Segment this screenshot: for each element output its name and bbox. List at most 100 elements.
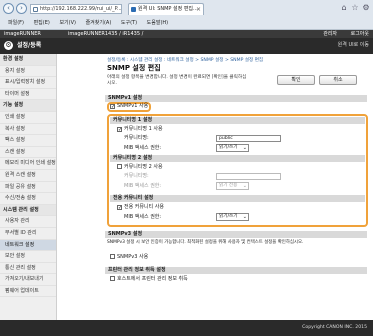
tab-favicon-icon xyxy=(131,7,136,12)
portal-link[interactable]: 원격 UI로 이동 xyxy=(338,41,369,48)
sidebar-header-preferences: 환경 설정 xyxy=(0,54,56,66)
community2-name-input[interactable] xyxy=(216,173,281,180)
community1-mib-label: MIB 액세스 권한: xyxy=(124,145,162,151)
community2-mib-select[interactable]: 읽기 전용 ⌄ xyxy=(216,182,249,190)
dedicated-mib-value: 읽기/쓰기 xyxy=(219,214,238,219)
chevron-down-icon: ⌄ xyxy=(242,145,247,151)
printer-mgmt-checkbox[interactable] xyxy=(110,276,115,281)
favorites-star-icon[interactable]: ☆ xyxy=(351,4,359,12)
sidebar-header-system: 시스템 관리 설정 xyxy=(0,204,56,217)
chevron-down-icon: ⌄ xyxy=(242,214,247,220)
community2-mib-value: 읽기 전용 xyxy=(219,183,238,188)
page-title: SNMP 설정 편집 xyxy=(107,64,161,72)
footer: Copyright CANON INC. 2015 xyxy=(0,320,373,336)
address-bar[interactable]: http://192.168.222.99/rui_ui/_P... xyxy=(30,4,122,14)
sidebar-item-network[interactable]: 네트워크 설정 xyxy=(0,239,56,252)
menu-favorites[interactable]: 즐겨찾기(A) xyxy=(86,18,112,29)
dedicated-mib-label: MIB 액세스 권한: xyxy=(124,214,162,220)
browser-tab[interactable]: 원격 UI: SNMP 설정 편집... × xyxy=(128,3,204,15)
community2-header: 커뮤니티명 2 설정 xyxy=(110,155,365,162)
community2-name-label: 커뮤니티명: xyxy=(124,173,149,179)
browser-chrome: ‹ › http://192.168.222.99/rui_ui/_P... 원… xyxy=(0,0,373,30)
printer-mgmt-row[interactable]: 호스트에서 프린터 관리 정보 취득 xyxy=(110,276,188,283)
community2-use-label: 커뮤니티명 2 사용 xyxy=(124,164,163,170)
tab-title: 원격 UI: SNMP 설정 편집... xyxy=(138,6,198,12)
menu-tools[interactable]: 도구(T) xyxy=(121,18,137,29)
community2-mib-label: MIB 액세스 권한: xyxy=(124,183,162,189)
sidebar-item-fax[interactable]: 팩스 설정 xyxy=(0,135,56,147)
address-text: http://192.168.222.99/rui_ui/_P... xyxy=(40,6,122,12)
cancel-button[interactable]: 취소 xyxy=(319,75,357,85)
sidebar-item-remote-scan[interactable]: 원격 스캔 설정 xyxy=(0,170,56,182)
browser-nav-row: ‹ › http://192.168.222.99/rui_ui/_P... 원… xyxy=(0,0,373,17)
community1-use-row[interactable]: ✓ 커뮤니티명 1 사용 xyxy=(117,126,163,133)
sidebar-item-comm-mgmt[interactable]: 통신 관리 설정 xyxy=(0,263,56,275)
v1-use-row[interactable]: ✓ SNMPv1 사용 xyxy=(110,103,148,110)
sidebar-item-paper[interactable]: 용지 설정 xyxy=(0,66,56,78)
community1-name-label: 커뮤니티명: xyxy=(124,135,149,141)
community1-header: 커뮤니티명 1 설정 xyxy=(110,117,365,124)
browser-menu-bar: 파일(F) 편집(E) 보기(V) 즐겨찾기(A) 도구(T) 도움말(H) xyxy=(0,18,373,29)
ok-button[interactable]: 확인 xyxy=(277,75,315,85)
app-top-bar: imageRUNNER imageRUNNER1435 / iR1435 / 관… xyxy=(0,30,373,38)
sidebar-item-users[interactable]: 사용자 관리 xyxy=(0,216,56,228)
sidebar-item-file-share[interactable]: 파일 공유 설정 xyxy=(0,182,56,194)
v3-section-header: SNMPv3 설정 xyxy=(105,231,367,238)
community1-mib-select[interactable]: 읽기/쓰기 ⌄ xyxy=(216,144,249,152)
menu-view[interactable]: 보기(V) xyxy=(59,18,76,29)
chevron-down-icon: ⌄ xyxy=(242,183,247,189)
copyright: Copyright CANON INC. 2015 xyxy=(302,325,367,330)
dedicated-use-label: 전용 커뮤니티 사용 xyxy=(124,204,164,210)
forward-icon[interactable]: › xyxy=(16,3,27,14)
logout-link[interactable]: 로그아웃 xyxy=(351,30,369,38)
printer-mgmt-label: 호스트에서 프린터 관리 정보 취득 xyxy=(117,276,188,282)
tab-close-icon[interactable]: × xyxy=(196,4,201,15)
settings-gear-icon[interactable]: ⚙ xyxy=(362,4,370,12)
device-name: imageRUNNER xyxy=(4,31,41,37)
dedicated-mib-select[interactable]: 읽기/쓰기 ⌄ xyxy=(216,213,249,221)
main-content: 설정/등록 : 시스템 관리 설정 : 네트워크 설정 > SNMP 설정 > … xyxy=(60,54,370,320)
dedicated-use-checkbox[interactable]: ✓ xyxy=(117,205,122,211)
sidebar-item-dept-id[interactable]: 부서별 ID 관리 xyxy=(0,228,56,240)
sidebar-item-import-export[interactable]: 가져오기/내보내기 xyxy=(0,274,56,286)
sidebar-item-security[interactable]: 보안 설정 xyxy=(0,251,56,263)
dedicated-use-row[interactable]: ✓ 전용 커뮤니티 사용 xyxy=(117,204,164,211)
sidebar-item-memory-media[interactable]: 메모리 미디어 인쇄 설정 xyxy=(0,158,56,170)
community1-use-label: 커뮤니티명 1 사용 xyxy=(124,126,163,132)
sidebar-item-print[interactable]: 인쇄 설정 xyxy=(0,112,56,124)
back-icon[interactable]: ‹ xyxy=(3,3,14,14)
sidebar: 환경 설정 용지 설정 표시/입력장치 설정 타이머 설정 기능 설정 인쇄 설… xyxy=(0,54,57,320)
v1-use-checkbox[interactable]: ✓ xyxy=(110,104,115,110)
app-title: 설정/등록 xyxy=(17,42,42,49)
v3-use-checkbox[interactable] xyxy=(110,254,115,259)
device-model: imageRUNNER1435 / iR1435 / xyxy=(68,31,144,37)
v3-use-label: SNMPv3 사용 xyxy=(117,254,149,260)
community1-use-checkbox[interactable]: ✓ xyxy=(117,127,122,133)
menu-file[interactable]: 파일(F) xyxy=(8,18,24,29)
page-icon xyxy=(33,7,38,12)
v1-section-header: SNMPv1 설정 xyxy=(105,95,367,102)
home-icon[interactable]: ⌂ xyxy=(340,4,348,12)
v1-use-label: SNMPv1 사용 xyxy=(117,103,149,109)
app-header: ⚙ 설정/등록 원격 UI로 이동 xyxy=(0,38,373,54)
community2-use-row[interactable]: 커뮤니티명 2 사용 xyxy=(117,164,163,171)
menu-edit[interactable]: 편집(E) xyxy=(34,18,50,29)
settings-logo-icon: ⚙ xyxy=(4,41,13,50)
v3-use-row[interactable]: SNMPv3 사용 xyxy=(110,254,148,261)
community1-name-input[interactable]: public xyxy=(216,135,281,142)
v3-description: SNMPv3 설정 시 보안 인증이 가능합니다. 최적화된 설정을 위해 사용… xyxy=(107,240,304,245)
printer-mgmt-section-header: 프린터 관리 정보 취득 설정 xyxy=(105,267,367,274)
login-user: 관리자 xyxy=(323,31,337,37)
sidebar-item-firmware[interactable]: 펌웨어 업데이트 xyxy=(0,286,56,298)
sidebar-item-scan[interactable]: 스캔 설정 xyxy=(0,147,56,159)
sidebar-item-send-receive[interactable]: 수신/전송 설정 xyxy=(0,193,56,205)
menu-help[interactable]: 도움말(H) xyxy=(147,18,168,29)
page-description: 아래의 설정 항목을 변경합니다. 설정 변경이 완료되면 [확인]을 클릭하십… xyxy=(107,75,247,86)
sidebar-header-function: 기능 설정 xyxy=(0,100,56,112)
sidebar-item-display[interactable]: 표시/입력장치 설정 xyxy=(0,77,56,89)
community2-use-checkbox[interactable] xyxy=(117,164,122,169)
dedicated-header: 전용 커뮤니티 설정 xyxy=(110,195,365,202)
sidebar-item-timer[interactable]: 타이머 설정 xyxy=(0,89,56,101)
community1-mib-value: 읽기/쓰기 xyxy=(219,145,238,150)
sidebar-item-copy[interactable]: 복사 설정 xyxy=(0,124,56,136)
